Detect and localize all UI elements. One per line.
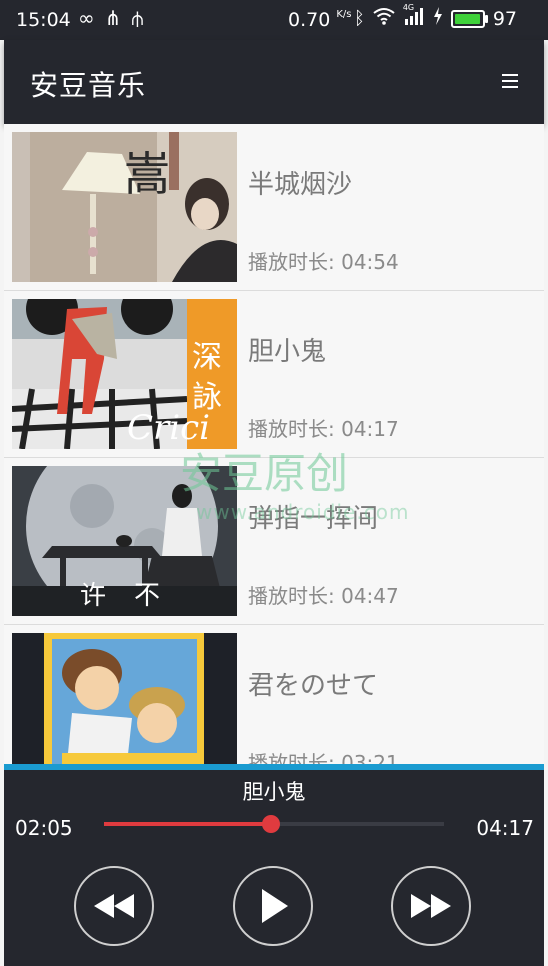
now-playing-title: 胆小鬼 xyxy=(242,780,306,804)
svg-text:Crici: Crici xyxy=(127,408,210,448)
battery-icon xyxy=(450,9,488,28)
share-icon: ⋔ xyxy=(104,6,122,30)
list-item[interactable]: 许 不 弹指一挥间 播放时长: 04:47 xyxy=(4,458,544,625)
battery-percent: 97 xyxy=(492,7,517,30)
current-time: 02:05 xyxy=(15,816,73,840)
fast-forward-button[interactable] xyxy=(391,866,471,946)
seek-thumb[interactable] xyxy=(261,815,280,833)
status-bar: 15:04 ∞ ⋔ ⫛ 0.70 K/s ᛒ 4G 97 xyxy=(0,0,548,40)
network-rate: 0.70 K/s xyxy=(288,9,352,31)
play-button[interactable] xyxy=(233,866,313,946)
song-title: 半城烟沙 xyxy=(248,170,353,200)
bluetooth-icon: ᛒ xyxy=(354,8,365,29)
rewind-icon xyxy=(92,892,136,920)
song-duration: 播放时长: 03:21 xyxy=(248,751,399,764)
infinity-icon: ∞ xyxy=(78,6,95,30)
svg-text:许: 许 xyxy=(80,581,106,611)
song-duration: 播放时长: 04:47 xyxy=(248,584,399,608)
svg-text:不: 不 xyxy=(134,581,160,611)
seek-bar[interactable] xyxy=(104,815,444,833)
usb-icon: ⫛ xyxy=(131,6,144,30)
seek-progress xyxy=(104,822,271,826)
total-time: 04:17 xyxy=(476,816,534,840)
album-cover: 嵩 xyxy=(12,132,237,282)
wifi-icon xyxy=(373,7,395,30)
app-bar: 安豆音乐 xyxy=(4,40,544,124)
list-item[interactable]: 嵩 半城烟沙 播放时长: 04:54 xyxy=(4,124,544,291)
song-list[interactable]: 嵩 半城烟沙 播放时长: 04:54 深 詠 Crici 胆小鬼 播放时长: 0… xyxy=(4,124,544,764)
app-title: 安豆音乐 xyxy=(30,69,147,102)
menu-icon[interactable] xyxy=(502,74,518,88)
svg-text:嵩: 嵩 xyxy=(124,147,170,201)
song-duration: 播放时长: 04:17 xyxy=(248,417,399,441)
player-bar: 胆小鬼 02:05 04:17 xyxy=(4,764,544,966)
list-item[interactable]: 深 詠 Crici 胆小鬼 播放时长: 04:17 xyxy=(4,291,544,458)
fast-forward-icon xyxy=(409,892,453,920)
play-icon xyxy=(256,887,290,925)
svg-text:深: 深 xyxy=(192,340,222,375)
player-accent-line xyxy=(4,764,544,770)
status-time: 15:04 xyxy=(16,9,71,31)
album-cover: 许 不 xyxy=(12,466,237,616)
rewind-button[interactable] xyxy=(74,866,154,946)
album-cover: 君をのせて xyxy=(12,633,237,764)
song-title: 胆小鬼 xyxy=(248,337,327,367)
charging-icon xyxy=(433,7,443,30)
song-duration: 播放时长: 04:54 xyxy=(248,250,399,274)
song-title: 弹指一挥间 xyxy=(248,504,379,534)
list-item[interactable]: 君をのせて 君をのせて 播放时长: 03:21 xyxy=(4,625,544,764)
signal-icon: 4G xyxy=(403,3,425,30)
song-title: 君をのせて xyxy=(248,671,379,701)
album-cover: 深 詠 Crici xyxy=(12,299,237,449)
